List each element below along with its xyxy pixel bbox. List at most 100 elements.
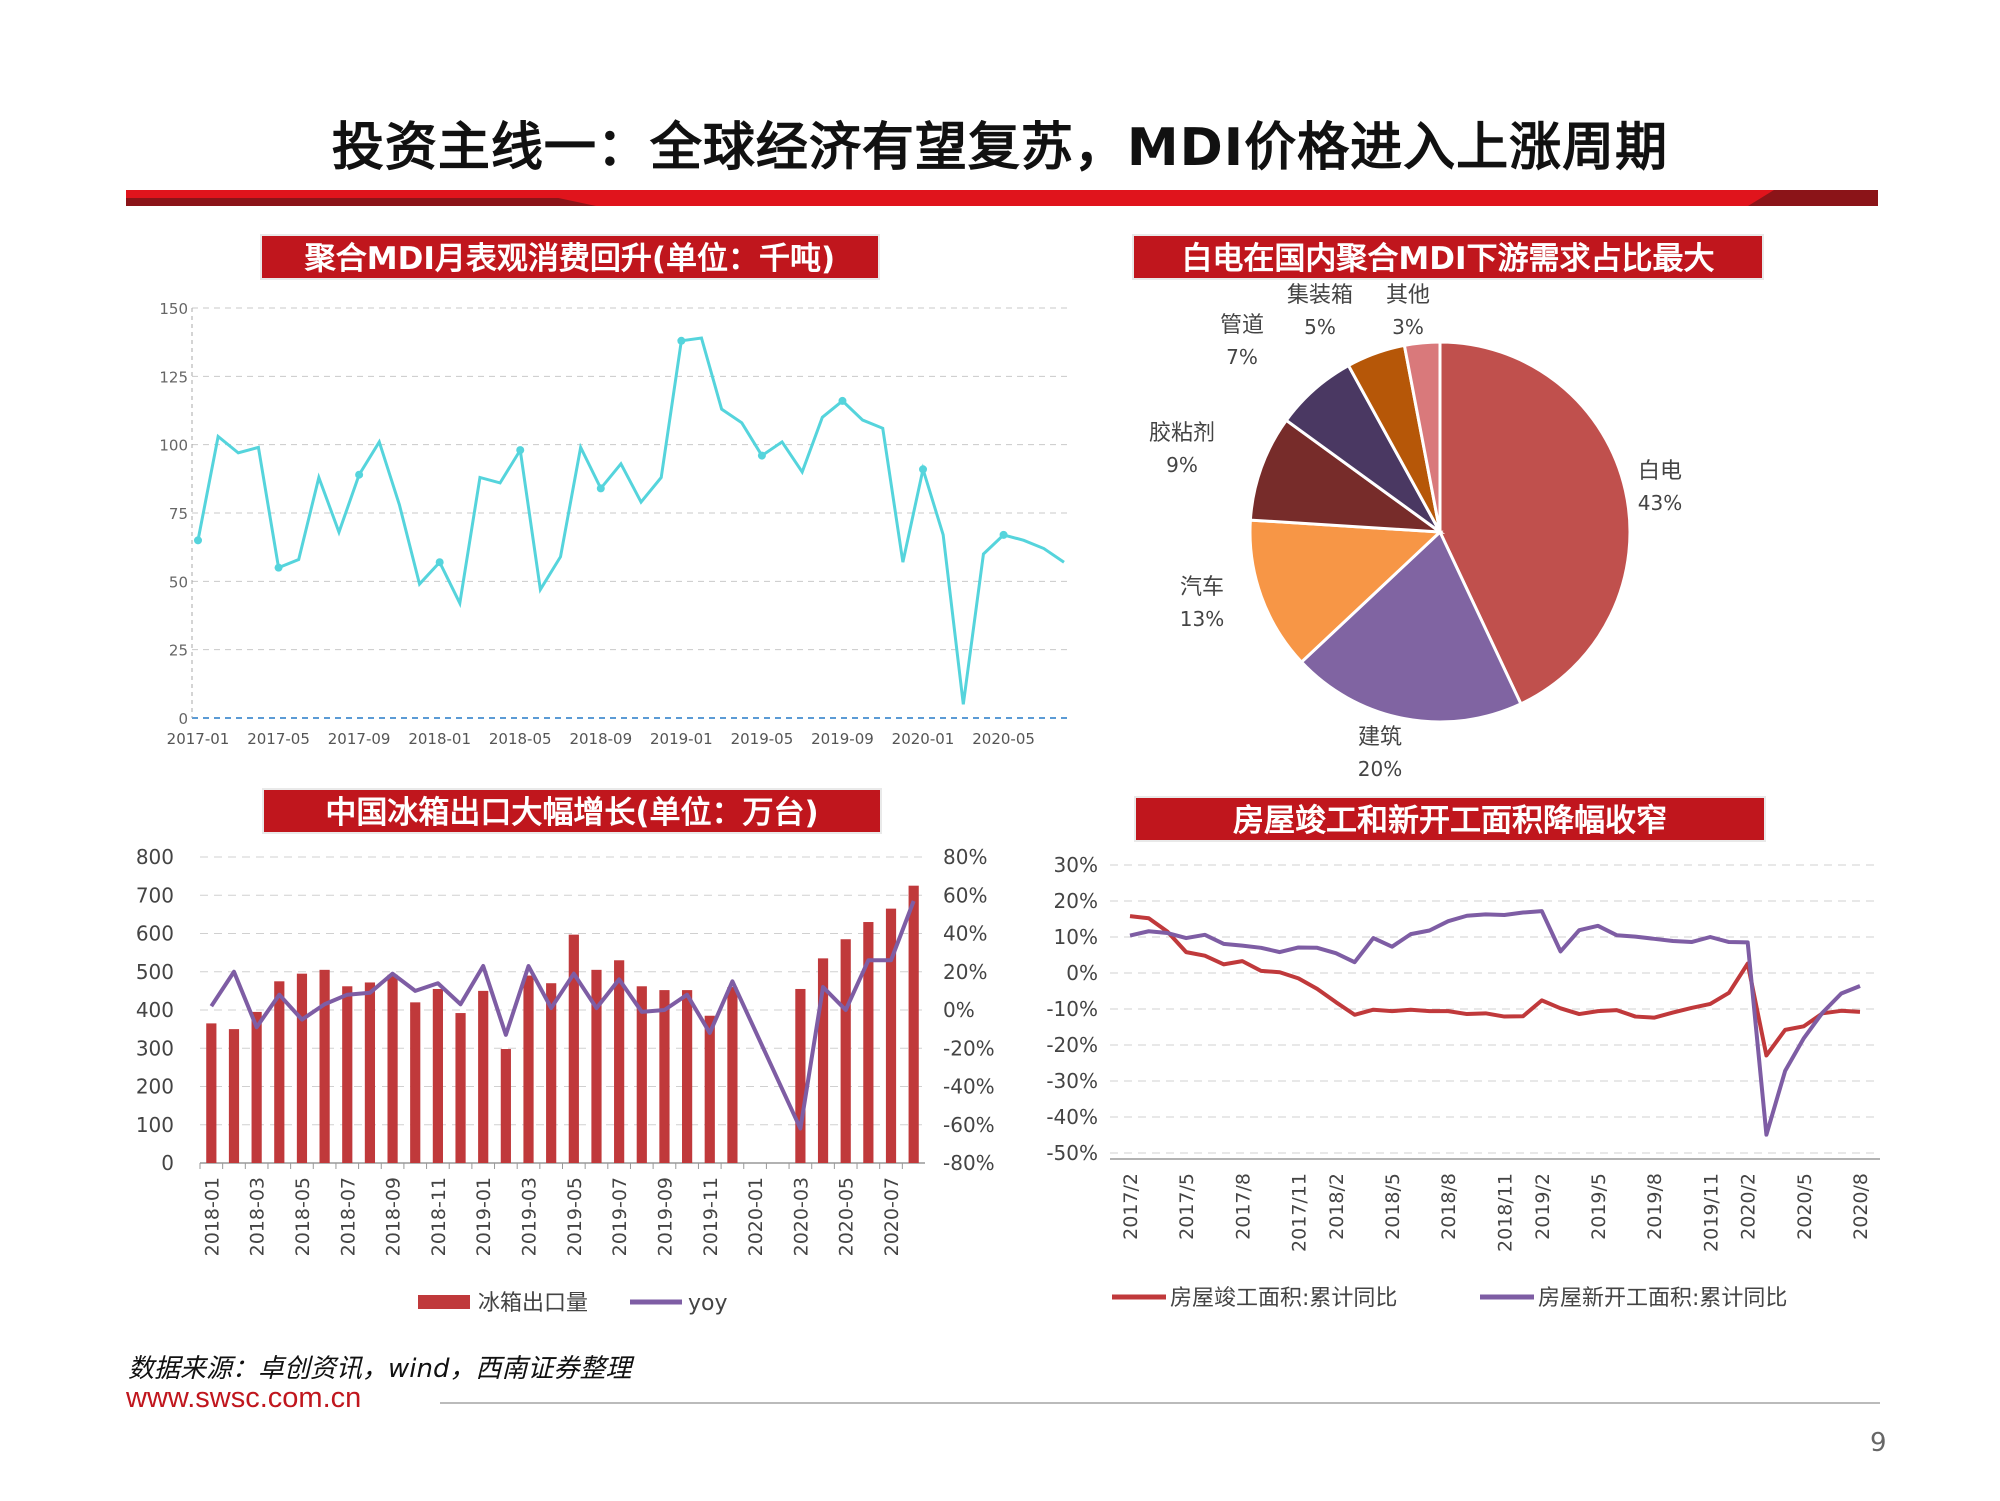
- fridge-y-tick-label: 700: [136, 883, 174, 907]
- pie-slice-percent: 13%: [1180, 607, 1224, 631]
- housing-x-tick-label: 2019/8: [1644, 1173, 1666, 1240]
- mdi-data-point: [274, 563, 283, 572]
- fridge-x-tick-label: 2018-07: [337, 1177, 359, 1256]
- housing-y-tick-label: -40%: [1046, 1105, 1098, 1129]
- fridge-x-tick-label: 2018-05: [292, 1177, 314, 1256]
- fridge-x-tick-label: 2020-05: [836, 1177, 858, 1256]
- housing-area-chart: -50% -40% -30% -20% -10% 0% 10% 20% 30% 2017/2 201…: [1046, 853, 1880, 1311]
- mdi-data-point: [838, 396, 847, 405]
- mdi-data-point: [194, 536, 202, 545]
- website-link[interactable]: www.swsc.com.cn: [126, 1382, 361, 1415]
- fridge-x-tick-label: 2020-01: [745, 1177, 767, 1256]
- mdi-x-tick-label: 2017-01: [167, 730, 230, 748]
- fridge-y-tick-label: 800: [136, 845, 174, 869]
- mdi-demand-pie-chart: 白电 43% 建筑 20% 汽车 13% 胶粘剂 9% 管道 7% 集装箱 5% 其他 3%: [1149, 283, 1682, 781]
- fridge-x-tick-label: 2019-07: [609, 1177, 631, 1256]
- fridge-export-bar: [206, 1023, 217, 1163]
- pie-slice-percent: 9%: [1166, 453, 1198, 477]
- mdi-data-point: [596, 484, 605, 493]
- fridge-export-bar: [364, 982, 376, 1163]
- mdi-x-tick-label: 2017-05: [247, 730, 310, 748]
- fridge-export-chart: 0 100 200 300 400 500 600 700 800 -80% -60% -40% -20…: [136, 845, 995, 1316]
- fridge-x-tick-label: 2020-07: [881, 1177, 903, 1256]
- fridge-export-bar: [795, 988, 806, 1163]
- mdi-y-tick-label: 50: [169, 573, 188, 591]
- pie-slice-label: 胶粘剂: [1149, 421, 1215, 446]
- fridge-export-bar: [546, 983, 557, 1163]
- fridge-yoy-line: [209, 900, 916, 1131]
- fridge-export-bar: [296, 973, 308, 1163]
- fridge-y2-tick-label: -60%: [943, 1113, 995, 1137]
- page-number: 9: [1870, 1428, 1887, 1458]
- fridge-x-tick-label: 2020-03: [790, 1177, 812, 1256]
- mdi-x-tick-label: 2018-01: [408, 730, 471, 748]
- housing-x-tick-label: 2018/11: [1494, 1173, 1516, 1252]
- mdi-y-tick-label: 100: [159, 437, 188, 455]
- mdi-x-tick-label: 2018-05: [489, 730, 552, 748]
- fridge-export-bar: [500, 1049, 511, 1163]
- mdi-x-tick-label: 2017-09: [328, 730, 391, 748]
- fridge-export-bar: [908, 885, 919, 1163]
- mdi-y-tick-label: 125: [159, 368, 188, 386]
- mdi-data-point: [677, 336, 686, 345]
- housing-x-tick-label: 2017/5: [1176, 1173, 1198, 1240]
- fridge-y2-tick-label: 80%: [943, 845, 987, 869]
- fridge-x-tick-label: 2019-01: [473, 1177, 495, 1256]
- mdi-x-tick-label: 2020-01: [892, 730, 955, 748]
- housing-y-tick-label: -10%: [1046, 997, 1098, 1021]
- fridge-y-tick-label: 200: [136, 1075, 174, 1099]
- mdi-x-tick-label: 2018-09: [569, 730, 632, 748]
- mdi-x-tick-label: 2019-05: [731, 730, 794, 748]
- housing-x-tick-label: 2018/5: [1382, 1173, 1404, 1240]
- fridge-export-bar: [840, 939, 851, 1163]
- fridge-export-bar: [478, 990, 489, 1163]
- pie-slice-percent: 43%: [1638, 491, 1682, 515]
- fridge-y-tick-label: 400: [136, 998, 174, 1022]
- pie-slice-label: 建筑: [1358, 725, 1402, 750]
- mdi-chart-title: 聚合MDI月表观消费回升(单位：千吨): [260, 234, 880, 280]
- mdi-line-chart: 0 25 50 75 100 125 150 2017-01 2017-05 2017-09 201…: [159, 300, 1070, 748]
- housing-x-tick-label: 2019/2: [1532, 1173, 1554, 1240]
- housing-x-tick-label: 2020/8: [1850, 1173, 1872, 1240]
- legend-label-bar: 冰箱出口量: [478, 1291, 588, 1316]
- fridge-y2-tick-label: 40%: [943, 922, 987, 946]
- pie-slice-percent: 5%: [1304, 315, 1336, 339]
- housing-x-tick-label: 2018/8: [1438, 1173, 1460, 1240]
- fridge-export-bar: [704, 1015, 715, 1163]
- mdi-y-tick-label: 150: [159, 300, 188, 318]
- mdi-data-point: [999, 530, 1008, 539]
- mdi-y-tick-label: 0: [178, 710, 188, 728]
- housing-y-tick-label: -30%: [1046, 1069, 1098, 1093]
- fridge-export-bar: [410, 1002, 421, 1163]
- mdi-y-tick-label: 75: [169, 505, 188, 523]
- fridge-export-bar: [727, 987, 738, 1163]
- pie-slice-percent: 20%: [1358, 757, 1402, 781]
- mdi-data-point: [757, 451, 766, 460]
- housing-x-tick-label: 2019/11: [1700, 1173, 1722, 1252]
- fridge-y2-tick-label: -20%: [943, 1036, 995, 1060]
- fridge-y-tick-label: 300: [136, 1036, 174, 1060]
- fridge-export-bar: [523, 975, 534, 1163]
- mdi-data-point: [435, 558, 444, 567]
- housing-x-tick-label: 2018/2: [1326, 1173, 1348, 1240]
- legend-swatch-bar: [418, 1295, 470, 1309]
- fridge-export-bar: [342, 986, 353, 1163]
- mdi-x-tick-label: 2019-01: [650, 730, 713, 748]
- fridge-export-bar: [659, 990, 670, 1163]
- source-note: 数据来源：卓创资讯，wind，西南证券整理: [128, 1354, 632, 1384]
- housing-x-tick-label: 2017/8: [1232, 1173, 1254, 1240]
- housing-series-line-2: [1129, 909, 1861, 1137]
- housing-y-tick-label: 20%: [1054, 889, 1098, 913]
- fridge-y-tick-label: 0: [161, 1151, 174, 1175]
- mdi-y-tick-label: 25: [169, 642, 188, 660]
- fridge-export-bar: [863, 922, 874, 1163]
- title-banner: [126, 190, 1878, 206]
- footer-divider: [440, 1402, 1880, 1404]
- fridge-export-bar: [455, 1013, 466, 1163]
- page-title: 投资主线一：全球经济有望复苏，MDI价格进入上涨周期: [331, 118, 1669, 178]
- legend-label-yoy: yoy: [688, 1291, 728, 1316]
- housing-y-tick-label: 0%: [1066, 961, 1098, 985]
- housing-y-tick-label: -50%: [1046, 1141, 1098, 1165]
- legend-label-newstart: 房屋新开工面积:累计同比: [1538, 1286, 1787, 1311]
- fridge-y-tick-label: 600: [136, 922, 174, 946]
